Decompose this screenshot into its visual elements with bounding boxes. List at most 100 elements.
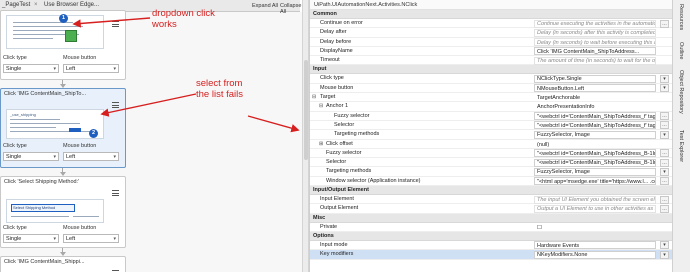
section-misc[interactable]: Misc xyxy=(310,213,672,223)
dock-tab-test-explorer[interactable]: Test Explorer xyxy=(678,130,684,162)
expand-toggle-icon[interactable]: ⊟ xyxy=(319,103,323,109)
click-type-dropdown[interactable]: Single ▾ xyxy=(3,152,59,161)
property-name: Targeting methods xyxy=(326,168,372,175)
ellipsis-button[interactable]: … xyxy=(660,112,669,121)
chevron-down-icon[interactable]: ▾ xyxy=(660,130,669,139)
property-row[interactable]: Selector "<webctrl id='ContentMain_ShipTo… xyxy=(310,121,672,131)
activity-header: Click 'IMG ContentMain_ShipTo... xyxy=(4,91,87,97)
collapse-all-button[interactable]: Collapse All xyxy=(280,3,304,15)
property-row[interactable]: Mouse button NMouseButton.Left ▾ xyxy=(310,84,672,94)
property-value[interactable]: Hardware Events xyxy=(534,241,656,250)
property-value[interactable]: NClickType.Single xyxy=(534,74,656,83)
property-row[interactable]: Input mode Hardware Events ▾ xyxy=(310,241,672,251)
chevron-down-icon[interactable]: ▾ xyxy=(660,167,669,176)
close-icon[interactable]: × xyxy=(34,2,38,8)
property-value[interactable]: Delay (in seconds) after this activity i… xyxy=(534,28,656,37)
ellipsis-button[interactable]: … xyxy=(660,204,669,213)
ellipsis-button[interactable]: … xyxy=(660,121,669,130)
canvas-scrollbar[interactable] xyxy=(304,60,308,160)
arrow-to-properties xyxy=(247,115,300,133)
chevron-down-icon[interactable]: ▾ xyxy=(660,74,669,83)
tab-use-browser-edge[interactable]: Use Browser Edge... xyxy=(44,2,99,8)
activity-click-2[interactable]: Click 'IMG ContentMain_ShipTo... _use_sh… xyxy=(0,88,126,168)
expand-all-button[interactable]: Expand All xyxy=(252,3,278,9)
property-value[interactable]: "<webctrl id='ContentMain_ShipToAddress_… xyxy=(534,121,656,130)
expand-toggle-icon[interactable]: ⊞ xyxy=(319,141,323,147)
chevron-down-icon: ▾ xyxy=(53,236,56,242)
property-value[interactable]: The amount of time (in seconds) to wait … xyxy=(534,56,656,65)
target-highlight xyxy=(69,128,81,132)
property-row[interactable]: Selector "<webctrl id='ContentMain_ShipTo… xyxy=(310,158,672,168)
click-type-dropdown[interactable]: Single ▾ xyxy=(3,64,59,73)
ellipsis-button[interactable]: … xyxy=(660,158,669,167)
section-input[interactable]: Input xyxy=(310,65,672,75)
chevron-down-icon[interactable]: ▾ xyxy=(660,250,669,259)
chevron-down-icon[interactable]: ▾ xyxy=(660,241,669,250)
property-row[interactable]: Delay after Delay (in seconds) after this… xyxy=(310,28,672,38)
menu-icon[interactable] xyxy=(112,21,119,27)
section-options[interactable]: Options xyxy=(310,231,672,241)
property-value[interactable]: Continue executing the activities in the… xyxy=(534,19,656,28)
property-row[interactable]: Fuzzy selector "<webctrl id='ContentMain_… xyxy=(310,149,672,159)
property-value[interactable]: NKeyModifiers.None xyxy=(534,250,656,259)
property-row[interactable]: ⊞ Click offset (null) xyxy=(310,140,672,149)
property-value[interactable]: Click 'IMG ContentMain_ShipToAddress... xyxy=(534,47,656,56)
property-row[interactable]: Output Element Output a UI Element to use… xyxy=(310,204,672,214)
property-row[interactable]: Key modifiers NKeyModifiers.None ▾ xyxy=(310,250,672,260)
chevron-down-icon[interactable]: ▾ xyxy=(660,84,669,93)
activity-click-4[interactable]: Click 'IMG ContentMain_Shippi... xyxy=(0,256,126,272)
property-row[interactable]: DisplayName Click 'IMG ContentMain_ShipTo… xyxy=(310,47,672,57)
activity-click-3[interactable]: Click 'Select Shipping Method:' Select S… xyxy=(0,176,126,248)
property-row[interactable]: Private ☐ xyxy=(310,223,672,232)
property-name: Selector xyxy=(326,159,347,166)
property-row[interactable]: Targeting methods FuzzySelector, Image ▾ xyxy=(310,130,672,140)
tab-pagetest[interactable]: _PageTest xyxy=(2,2,30,8)
mouse-button-dropdown[interactable]: Left ▾ xyxy=(63,234,119,243)
mouse-button-dropdown[interactable]: Left ▾ xyxy=(63,152,119,161)
property-value[interactable]: "<html app='msedge.exe' title='https://w… xyxy=(534,177,656,186)
right-dock: Resources Outline Object Repository Test… xyxy=(672,0,690,272)
property-value[interactable]: Output a UI Element to use in other acti… xyxy=(534,204,656,213)
dock-tab-object-repository[interactable]: Object Repository xyxy=(678,70,684,114)
property-name: Fuzzy selector xyxy=(326,149,362,156)
dock-tab-outline[interactable]: Outline xyxy=(678,42,684,59)
mouse-button-dropdown[interactable]: Left ▾ xyxy=(63,64,119,73)
activity-header: Click 'IMG ContentMain_Shippi... xyxy=(4,259,85,265)
property-row[interactable]: ⊟ Target TargetAnchorable xyxy=(310,93,672,103)
expand-toggle-icon[interactable]: ⊟ xyxy=(312,94,316,100)
ellipsis-button[interactable]: … xyxy=(660,177,669,186)
property-name: Target xyxy=(320,94,336,101)
property-row[interactable]: Click type NClickType.Single ▾ xyxy=(310,74,672,84)
property-row[interactable]: Window selector (Application instance) "<… xyxy=(310,177,672,187)
section-input-output-element[interactable]: Input/Output Element xyxy=(310,186,672,196)
ellipsis-button[interactable]: … xyxy=(660,19,669,28)
dock-tab-resources[interactable]: Resources xyxy=(678,4,684,30)
annotation-select-fails: select from the list fails xyxy=(196,78,243,100)
property-value[interactable]: The input UI Element you obtained the sc… xyxy=(534,195,656,204)
property-value[interactable]: FuzzySelector, Image xyxy=(534,167,656,176)
property-row[interactable]: Fuzzy selector "<webctrl id='ContentMain_… xyxy=(310,112,672,121)
property-row[interactable]: Continue on error Continue executing the … xyxy=(310,19,672,29)
property-value[interactable]: "<webctrl id='ContentMain_ShipToAddress_… xyxy=(534,112,656,121)
ellipsis-button[interactable]: … xyxy=(660,195,669,204)
mouse-button-label: Mouse button xyxy=(63,55,97,61)
property-row[interactable]: ⊟ Anchor 1 AnchorPresentationInfo xyxy=(310,102,672,112)
property-value[interactable]: "<webctrl id='ContentMain_ShipToAddress_… xyxy=(534,158,656,167)
property-value[interactable]: "<webctrl id='ContentMain_ShipToAddress_… xyxy=(534,149,656,158)
property-row[interactable]: Timeout The amount of time (in seconds) t… xyxy=(310,56,672,66)
property-name: Key modifiers xyxy=(320,251,354,258)
property-row[interactable]: Input Element The input UI Element you ob… xyxy=(310,195,672,205)
ellipsis-button[interactable]: … xyxy=(660,149,669,158)
property-value[interactable]: FuzzySelector, Image xyxy=(534,130,656,139)
click-type-dropdown[interactable]: Single ▾ xyxy=(3,234,59,243)
menu-icon[interactable] xyxy=(112,190,119,196)
property-value[interactable]: NMouseButton.Left xyxy=(534,84,656,93)
menu-icon[interactable] xyxy=(112,102,119,108)
section-common[interactable]: Common xyxy=(310,10,672,19)
property-row[interactable]: Delay before Delay (in seconds) to wait b… xyxy=(310,38,672,47)
property-value[interactable]: Delay (in seconds) to wait before execut… xyxy=(534,38,656,47)
property-row[interactable]: Targeting methods FuzzySelector, Image ▾ xyxy=(310,167,672,177)
mouse-button-label: Mouse button xyxy=(63,143,97,149)
property-value: AnchorPresentationInfo xyxy=(537,104,595,111)
activity-click-1[interactable]: 1 Click type Mouse button Single ▾ Left ▾ xyxy=(0,10,126,80)
